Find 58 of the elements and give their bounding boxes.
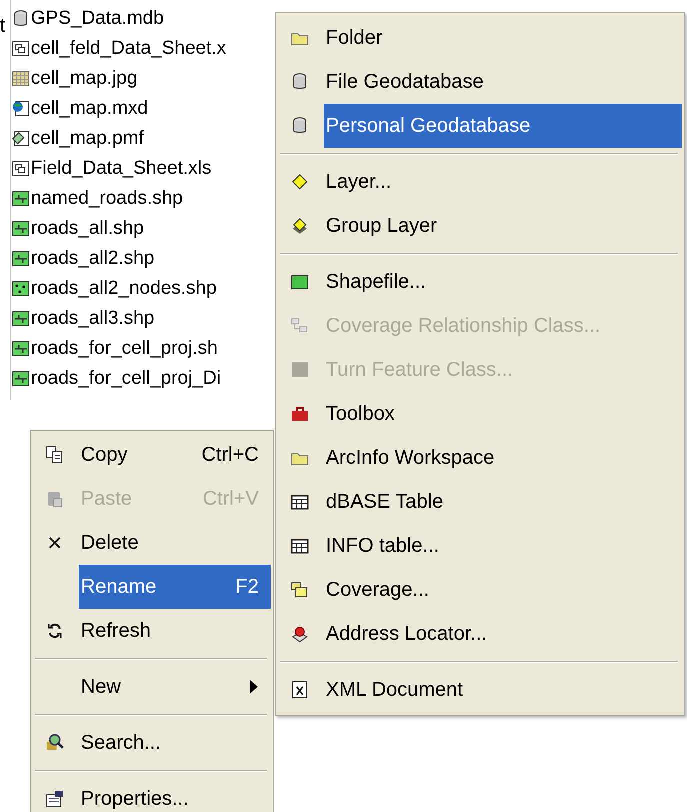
menu-item[interactable]: XML Document bbox=[276, 668, 682, 712]
menu-item[interactable]: Address Locator... bbox=[276, 612, 682, 656]
locator-icon bbox=[290, 624, 310, 644]
menu-item[interactable]: Refresh bbox=[31, 609, 271, 653]
cut-text: t bbox=[0, 16, 6, 36]
menu-item[interactable]: Toolbox bbox=[276, 392, 682, 436]
sheet-icon bbox=[11, 159, 31, 179]
grid-image-icon bbox=[11, 69, 31, 89]
menu-item[interactable]: Folder bbox=[276, 16, 682, 60]
file-item[interactable]: roads_for_cell_proj.sh bbox=[11, 334, 274, 364]
line-shapefile-icon bbox=[11, 369, 31, 389]
sheet-icon bbox=[11, 39, 31, 59]
menu-item[interactable]: Group Layer bbox=[276, 204, 682, 248]
file-item[interactable]: cell_map.pmf bbox=[11, 124, 274, 154]
menu-item[interactable]: Delete bbox=[31, 521, 271, 565]
menu-item[interactable]: File Geodatabase bbox=[276, 60, 682, 104]
line-shapefile-icon bbox=[11, 189, 31, 209]
properties-icon bbox=[45, 789, 65, 809]
file-item[interactable]: roads_all2_nodes.shp bbox=[11, 274, 274, 304]
shortcut-label: Ctrl+V bbox=[202, 487, 259, 512]
file-item[interactable]: roads_for_cell_proj_Di bbox=[11, 364, 274, 394]
menu-item[interactable]: Properties... bbox=[31, 777, 271, 812]
submenu-arrow-icon bbox=[249, 679, 259, 695]
menu-item[interactable]: Coverage... bbox=[276, 568, 682, 612]
copy-icon bbox=[45, 445, 65, 465]
file-item[interactable]: named_roads.shp bbox=[11, 184, 274, 214]
line-shapefile-icon bbox=[11, 339, 31, 359]
file-item[interactable]: GPS_Data.mdb bbox=[11, 4, 274, 34]
line-shapefile-icon bbox=[11, 219, 31, 239]
menu-item[interactable]: ArcInfo Workspace bbox=[276, 436, 682, 480]
shortcut-label: F2 bbox=[236, 575, 259, 600]
shortcut-label: Ctrl+C bbox=[202, 443, 259, 468]
menu-item[interactable]: dBASE Table bbox=[276, 480, 682, 524]
menu-item[interactable]: New bbox=[31, 665, 271, 709]
toolbox-icon bbox=[290, 404, 310, 424]
diamond-icon bbox=[290, 172, 310, 192]
menu-item[interactable]: INFO table... bbox=[276, 524, 682, 568]
menu-item[interactable]: Layer... bbox=[276, 160, 682, 204]
file-item[interactable]: cell_map.mxd bbox=[11, 94, 274, 124]
point-shapefile-icon bbox=[11, 279, 31, 299]
line-shapefile-icon bbox=[11, 249, 31, 269]
file-item[interactable]: cell_map.jpg bbox=[11, 64, 274, 94]
menu-item[interactable]: Shapefile... bbox=[276, 260, 682, 304]
square-icon bbox=[290, 360, 310, 380]
line-shapefile-icon bbox=[11, 309, 31, 329]
file-item[interactable]: cell_feld_Data_Sheet.x bbox=[11, 34, 274, 64]
xml-document-icon bbox=[290, 680, 310, 700]
search-icon bbox=[45, 733, 65, 753]
menu-item[interactable]: Search... bbox=[31, 721, 271, 765]
clipboard-icon bbox=[45, 489, 65, 509]
document-icon bbox=[11, 129, 31, 149]
file-item[interactable]: Field_Data_Sheet.xls bbox=[11, 154, 274, 184]
file-item[interactable]: roads_all2.shp bbox=[11, 244, 274, 274]
map-document-icon bbox=[11, 99, 31, 119]
folders-icon bbox=[290, 580, 310, 600]
file-item[interactable]: roads_all3.shp bbox=[11, 304, 274, 334]
menu-item[interactable]: Copy Ctrl+C bbox=[31, 433, 271, 477]
file-item[interactable]: roads_all.shp bbox=[11, 214, 274, 244]
